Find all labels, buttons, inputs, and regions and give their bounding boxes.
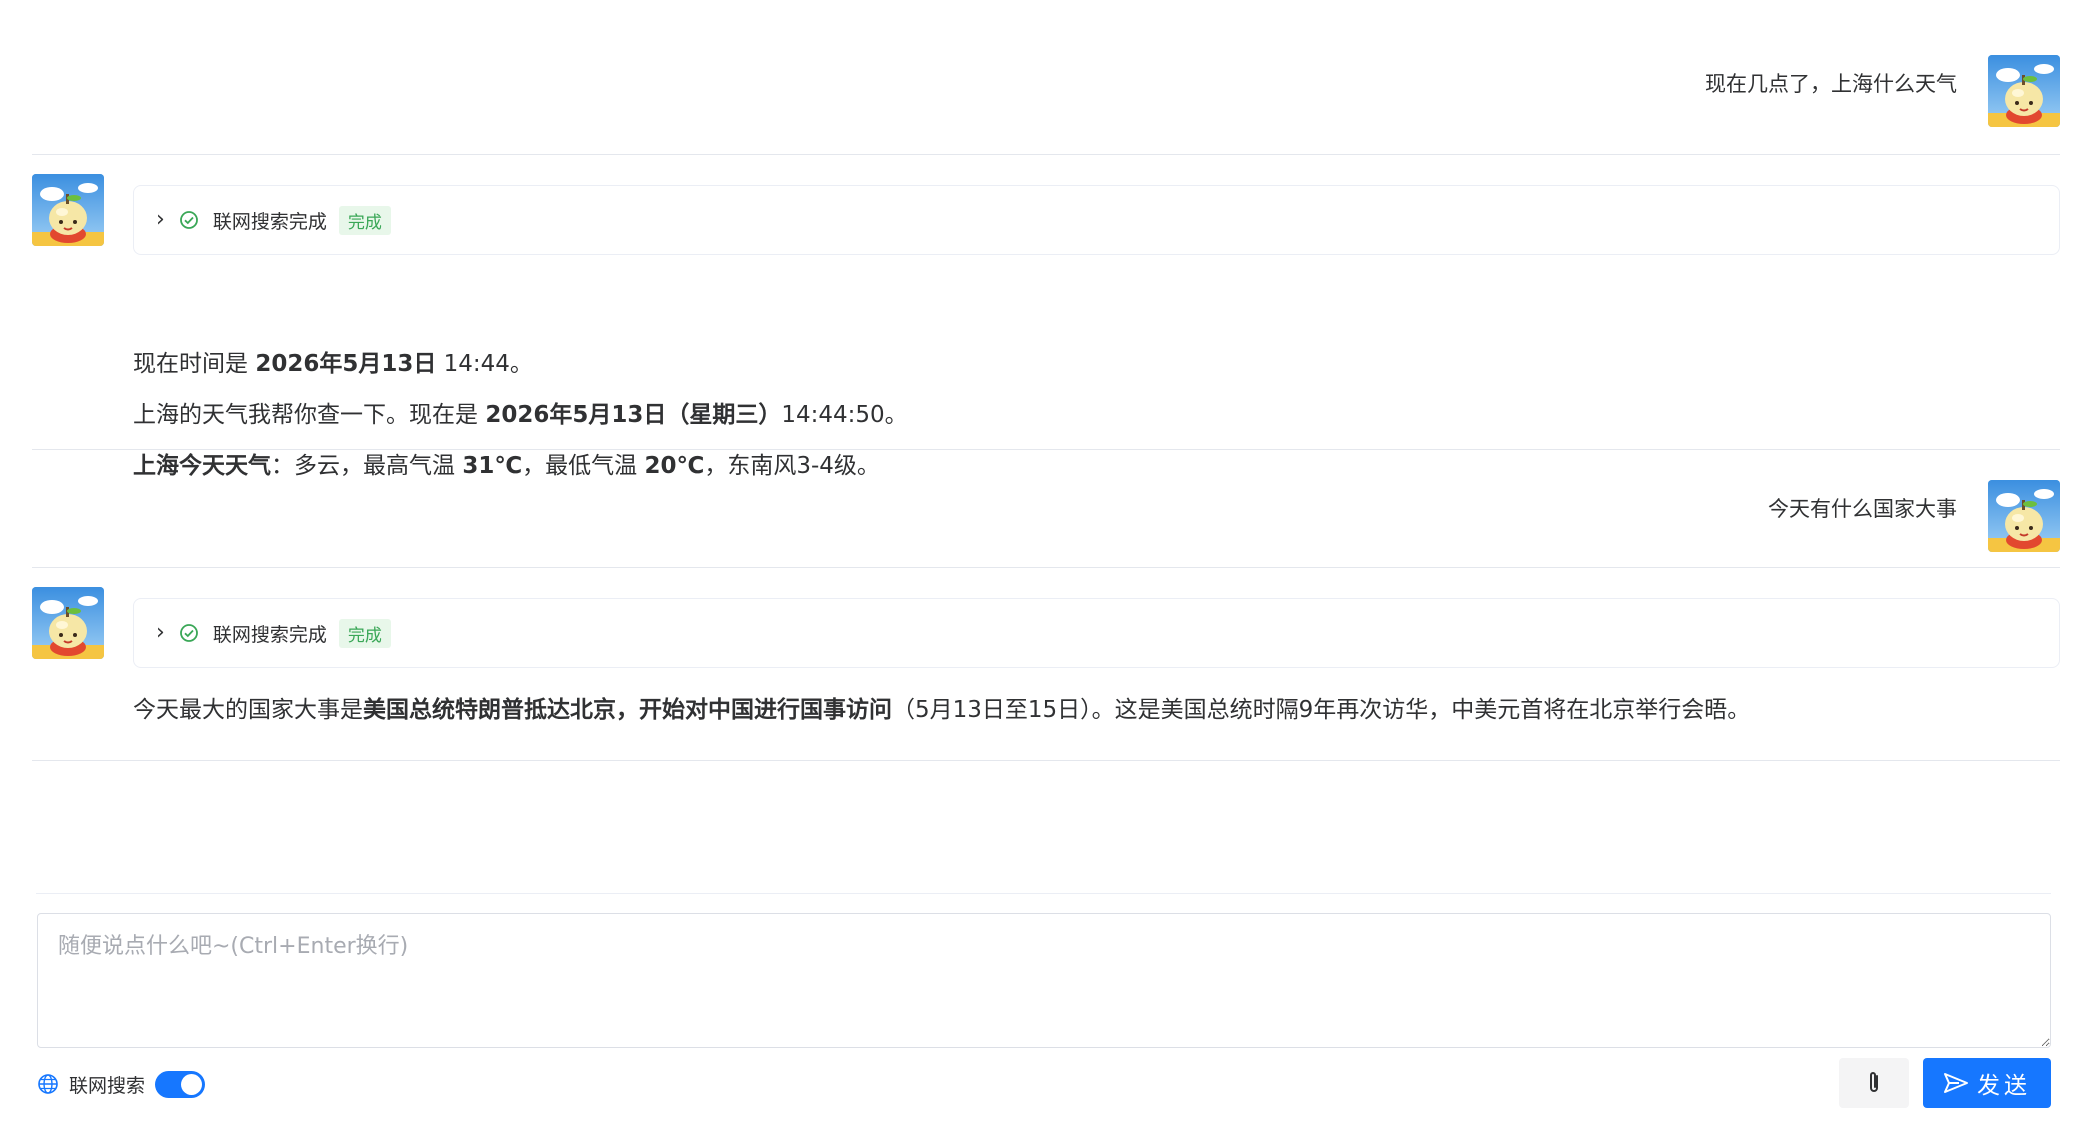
attach-button[interactable] xyxy=(1839,1058,1909,1108)
answer-line: 现在时间是 2026年5月13日 14:44。 xyxy=(133,351,533,377)
answer-line: 上海的天气我帮你查一下。现在是 2026年5月13日（星期三）14:44:50。 xyxy=(133,402,908,428)
assistant-message: › 联网搜索完成 完成 现在时间是 2026年5月13日 14:44。 上海的天… xyxy=(32,155,2060,479)
message-list: 现在几点了，上海什么天气 › 联网搜索完成 完成 现在时间是 2026年5月13… xyxy=(32,0,2060,761)
paperclip-icon xyxy=(1870,1072,1878,1092)
web-search-status-panel[interactable]: › 联网搜索完成 完成 xyxy=(133,598,2060,668)
web-search-status-panel[interactable]: › 联网搜索完成 完成 xyxy=(133,185,2060,255)
chat-page: 现在几点了，上海什么天气 › 联网搜索完成 完成 现在时间是 2026年5月13… xyxy=(0,0,2079,1140)
send-button[interactable]: 发送 xyxy=(1923,1058,2051,1108)
apple-avatar-icon xyxy=(1988,55,2060,127)
answer-line: 今天最大的国家大事是美国总统特朗普抵达北京，开始对中国进行国事访问（5月13日至… xyxy=(133,697,1751,723)
user-message-text: 现在几点了，上海什么天气 xyxy=(1705,72,1957,96)
globe-icon xyxy=(38,1074,58,1094)
chevron-right-icon[interactable]: › xyxy=(156,209,165,231)
apple-avatar-icon xyxy=(32,587,104,659)
web-search-toggle[interactable] xyxy=(155,1070,206,1098)
composer-divider xyxy=(36,893,2051,894)
user-message: 今天有什么国家大事 xyxy=(32,450,2060,568)
search-status-label: 联网搜索完成 xyxy=(212,210,327,233)
composer-options: 联网搜索 xyxy=(37,1067,206,1101)
chevron-right-icon[interactable]: › xyxy=(156,622,165,644)
apple-avatar-icon xyxy=(32,174,104,246)
search-status-label: 联网搜索完成 xyxy=(212,623,327,646)
status-badge: 完成 xyxy=(338,205,391,235)
user-message: 现在几点了，上海什么天气 xyxy=(32,0,2060,155)
user-message-text: 今天有什么国家大事 xyxy=(1768,497,1957,521)
assistant-answer: 今天最大的国家大事是美国总统特朗普抵达北京，开始对中国进行国事访问（5月13日至… xyxy=(133,685,1750,736)
assistant-message: › 联网搜索完成 完成 今天最大的国家大事是美国总统特朗普抵达北京，开始对中国进… xyxy=(32,568,2060,761)
toggle-knob xyxy=(181,1073,203,1095)
check-circle-icon xyxy=(179,211,198,229)
check-circle-icon xyxy=(179,624,198,642)
message-input[interactable] xyxy=(37,913,2051,1048)
apple-avatar-icon xyxy=(1988,480,2060,552)
send-icon xyxy=(1944,1073,1968,1093)
send-label: 发送 xyxy=(1977,1073,2031,1099)
web-search-label: 联网搜索 xyxy=(69,1074,146,1097)
status-badge: 完成 xyxy=(338,618,391,648)
